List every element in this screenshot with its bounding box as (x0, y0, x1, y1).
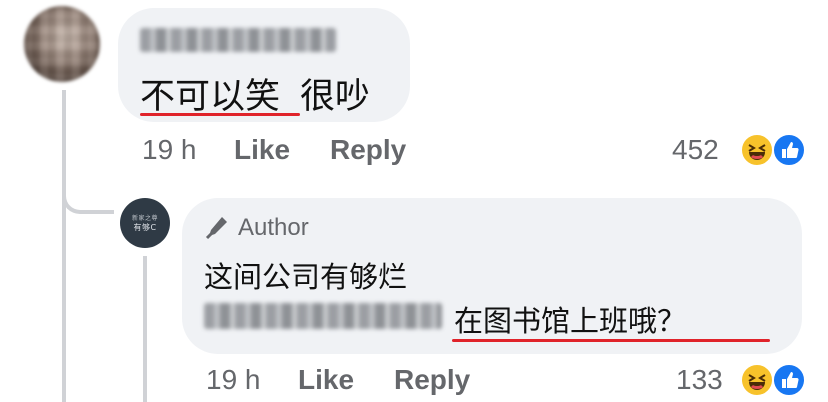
comment-highlight-underline (140, 113, 300, 116)
comment-text-rest: 很吵 (300, 77, 371, 117)
comment-text-underlined: 不可以笑 (140, 77, 281, 117)
author-avatar-main-label: 有够C (133, 223, 157, 232)
mentioned-name-redacted[interactable] (204, 303, 442, 329)
reply-like-button[interactable]: Like (298, 364, 354, 396)
reply-highlight-underline (452, 339, 770, 342)
thread-elbow (62, 182, 114, 214)
author-avatar-top-label: 新家之尊 (131, 215, 158, 222)
comment-like-button[interactable]: Like (234, 134, 290, 166)
reply-timestamp[interactable]: 19 h (206, 364, 261, 396)
reply-reply-button[interactable]: Reply (394, 364, 470, 396)
reply-line-1: 这间公司有够烂 (204, 260, 408, 294)
reply-reaction-count[interactable]: 133 (676, 364, 723, 396)
like-reaction-icon[interactable] (772, 133, 806, 167)
reply-like-reaction-icon[interactable] (772, 363, 806, 397)
commenter-name-redacted[interactable] (140, 28, 336, 52)
reply-line-2: 在图书馆上班哦？ (454, 304, 687, 338)
thread-line-reply (143, 256, 147, 402)
comment-timestamp[interactable]: 19 h (142, 134, 197, 166)
thread-line-main (62, 90, 66, 402)
comment-reply-button[interactable]: Reply (330, 134, 406, 166)
author-avatar[interactable]: 新家之尊 有够C (120, 198, 170, 248)
author-badge: Author (238, 214, 309, 241)
reply-haha-reaction-icon[interactable] (740, 363, 774, 397)
pen-icon (204, 214, 230, 240)
commenter-avatar[interactable] (24, 6, 100, 82)
comment-reaction-count[interactable]: 452 (672, 134, 719, 166)
haha-reaction-icon[interactable] (740, 133, 774, 167)
